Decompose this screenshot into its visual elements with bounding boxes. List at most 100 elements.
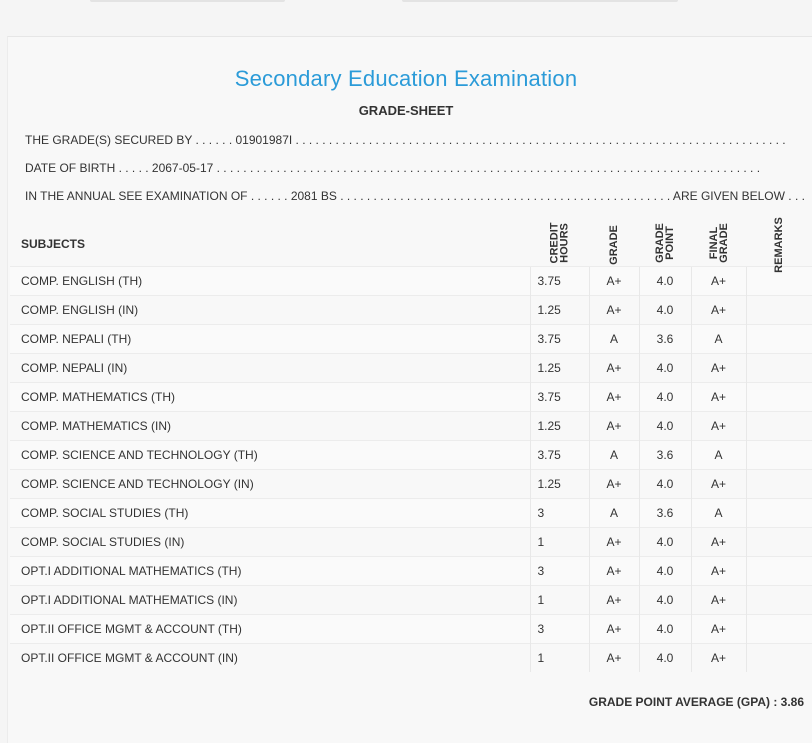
page-title: Secondary Education Examination	[234, 66, 578, 91]
header-credit-hours: CREDIT HOURS	[530, 221, 589, 267]
grade-cell: A	[588, 440, 639, 470]
grade-cell: A	[588, 324, 639, 354]
grade-table-body: COMP. ENGLISH (TH) 3.75 A+ 4.0 A+ COMP. …	[10, 266, 812, 672]
grade-cell: A+	[588, 295, 639, 325]
gpa-summary: GRADE POINT AVERAGE (GPA) : 3.86	[588, 695, 804, 709]
final-grade-cell: A+	[690, 527, 746, 557]
grade-cell: A+	[588, 614, 639, 644]
grade-point-cell: 4.0	[638, 556, 691, 586]
final-grade-cell: A	[690, 324, 746, 354]
subject-cell: COMP. ENGLISH (TH)	[10, 266, 530, 296]
grade-point-cell: 4.0	[638, 614, 691, 644]
header-grade-point: GRADE POINT	[639, 221, 691, 267]
credit-cell: 3	[529, 556, 589, 586]
subject-cell: OPT.II OFFICE MGMT & ACCOUNT (TH)	[10, 614, 530, 644]
grade-point-cell: 4.0	[638, 469, 691, 499]
credit-cell: 1	[529, 527, 589, 557]
credit-cell: 1.25	[529, 295, 589, 325]
page-subtitle: GRADE-SHEET	[358, 103, 454, 118]
header-subjects: SUBJECTS	[21, 236, 86, 251]
subject-cell: COMP. SOCIAL STUDIES (IN)	[10, 527, 530, 557]
remarks-cell	[745, 469, 812, 499]
remarks-cell	[745, 585, 812, 615]
remarks-cell	[745, 440, 812, 470]
subject-cell: OPT.II OFFICE MGMT & ACCOUNT (IN)	[10, 643, 530, 672]
grade-cell: A+	[588, 266, 639, 296]
table-row: COMP. MATHEMATICS (TH) 3.75 A+ 4.0 A+	[10, 382, 812, 412]
remarks-cell	[745, 498, 812, 528]
subject-cell: COMP. NEPALI (TH)	[10, 324, 530, 354]
table-row: COMP. SCIENCE AND TECHNOLOGY (IN) 1.25 A…	[10, 469, 812, 499]
grade-cell: A+	[588, 382, 639, 412]
table-row: OPT.I ADDITIONAL MATHEMATICS (IN) 1 A+ 4…	[10, 585, 812, 615]
remarks-cell	[745, 324, 812, 354]
top-toolbar	[0, 0, 812, 12]
credit-cell: 3	[529, 498, 589, 528]
subject-cell: OPT.I ADDITIONAL MATHEMATICS (TH)	[10, 556, 530, 586]
final-grade-cell: A+	[690, 295, 746, 325]
credit-cell: 3	[529, 614, 589, 644]
table-row: COMP. SOCIAL STUDIES (TH) 3 A 3.6 A	[10, 498, 812, 528]
subject-cell: COMP. SCIENCE AND TECHNOLOGY (TH)	[10, 440, 530, 470]
credit-cell: 3.75	[529, 440, 589, 470]
remarks-cell	[745, 643, 812, 672]
final-grade-cell: A+	[690, 585, 746, 615]
header-final-grade-line2: GRADE	[717, 223, 730, 263]
grade-point-cell: 4.0	[638, 266, 691, 296]
table-row: OPT.II OFFICE MGMT & ACCOUNT (TH) 3 A+ 4…	[10, 614, 812, 644]
table-row: COMP. ENGLISH (TH) 3.75 A+ 4.0 A+	[10, 266, 812, 296]
header-grade-label: GRADE	[607, 224, 620, 265]
grade-cell: A+	[588, 469, 639, 499]
header-grade-point-line2: POINT	[663, 226, 676, 260]
grade-table: SUBJECTS CREDIT HOURS GRADE GRADE POINT FI…	[10, 217, 812, 672]
final-grade-cell: A+	[690, 643, 746, 672]
table-row: OPT.II OFFICE MGMT & ACCOUNT (IN) 1 A+ 4…	[10, 643, 812, 672]
table-row: COMP. NEPALI (IN) 1.25 A+ 4.0 A+	[10, 353, 812, 383]
top-input-right[interactable]	[402, 0, 678, 2]
table-row: COMP. ENGLISH (IN) 1.25 A+ 4.0 A+	[10, 295, 812, 325]
grade-point-cell: 4.0	[638, 585, 691, 615]
table-row: COMP. SOCIAL STUDIES (IN) 1 A+ 4.0 A+	[10, 527, 812, 557]
header-final-grade: FINAL GRADE	[691, 221, 746, 267]
grade-point-cell: 3.6	[638, 498, 691, 528]
grade-cell: A+	[588, 585, 639, 615]
grade-point-cell: 4.0	[638, 353, 691, 383]
final-grade-cell: A+	[690, 469, 746, 499]
credit-cell: 1.25	[529, 469, 589, 499]
grade-point-cell: 4.0	[638, 382, 691, 412]
credit-cell: 3.75	[529, 266, 589, 296]
final-grade-cell: A+	[690, 353, 746, 383]
remarks-cell	[745, 614, 812, 644]
grade-point-cell: 3.6	[638, 440, 691, 470]
final-grade-cell: A+	[690, 382, 746, 412]
grade-point-cell: 3.6	[638, 324, 691, 354]
remarks-cell	[745, 527, 812, 557]
final-grade-cell: A+	[690, 614, 746, 644]
table-row: OPT.I ADDITIONAL MATHEMATICS (TH) 3 A+ 4…	[10, 556, 812, 586]
subject-cell: COMP. SOCIAL STUDIES (TH)	[10, 498, 530, 528]
grade-cell: A	[588, 498, 639, 528]
info-line-dob: DATE OF BIRTH . . . . . 2067-05-17 . . .…	[25, 161, 761, 175]
subject-cell: COMP. MATHEMATICS (TH)	[10, 382, 530, 412]
remarks-cell	[745, 353, 812, 383]
remarks-cell	[745, 411, 812, 441]
credit-cell: 1.25	[529, 353, 589, 383]
final-grade-cell: A+	[690, 266, 746, 296]
table-row: COMP. NEPALI (TH) 3.75 A 3.6 A	[10, 324, 812, 354]
credit-cell: 1.25	[529, 411, 589, 441]
header-credit-hours-line2: HOURS	[558, 223, 571, 263]
table-row: COMP. MATHEMATICS (IN) 1.25 A+ 4.0 A+	[10, 411, 812, 441]
grade-point-cell: 4.0	[638, 643, 691, 672]
subject-cell: COMP. NEPALI (IN)	[10, 353, 530, 383]
header-grade: GRADE	[589, 221, 639, 267]
grade-point-cell: 4.0	[638, 527, 691, 557]
remarks-cell	[745, 382, 812, 412]
final-grade-cell: A	[690, 498, 746, 528]
info-line-secured-by: THE GRADE(S) SECURED BY . . . . . . 0190…	[25, 133, 786, 147]
header-remarks-label: REMARKS	[773, 216, 785, 273]
top-input-left[interactable]	[90, 0, 285, 2]
final-grade-cell: A+	[690, 411, 746, 441]
final-grade-cell: A+	[690, 556, 746, 586]
grade-point-cell: 4.0	[638, 411, 691, 441]
subject-cell: COMP. ENGLISH (IN)	[10, 295, 530, 325]
